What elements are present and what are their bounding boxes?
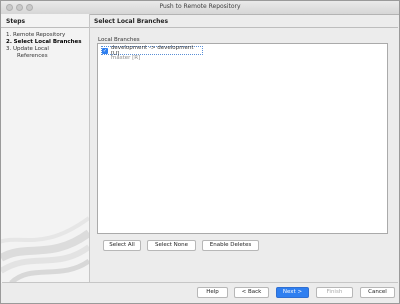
select-all-button[interactable]: Select All — [103, 240, 141, 251]
finish-button: Finish — [316, 287, 353, 298]
back-button[interactable]: < Back — [234, 287, 269, 298]
step-number: 1. — [6, 32, 12, 38]
branch-label: master [R] — [111, 55, 141, 61]
step-label: References — [17, 53, 48, 59]
checkmark-icon[interactable]: ✓ — [102, 47, 108, 54]
window-title: Push to Remote Repository — [159, 3, 241, 10]
branch-item-master[interactable]: master [R] — [111, 55, 140, 61]
push-dialog-window: Push to Remote Repository Steps 1. Remot… — [0, 0, 400, 304]
step-label: Select Local Branches — [13, 39, 82, 45]
step-3: 3. Update Local — [6, 46, 49, 52]
step-number: 3. — [6, 46, 12, 52]
footer-divider — [2, 282, 398, 283]
next-button[interactable]: Next > — [276, 287, 309, 298]
wave-decoration-icon — [1, 216, 89, 283]
step-3-continued: References — [17, 53, 48, 59]
title-divider — [90, 27, 398, 28]
step-label: Update Local — [13, 46, 49, 52]
select-none-button[interactable]: Select None — [147, 240, 196, 251]
title-bar: Push to Remote Repository — [1, 1, 399, 15]
branch-list[interactable]: ✓ development -> development [U] master … — [97, 43, 388, 234]
step-label: Remote Repository — [13, 32, 66, 38]
branch-item-development[interactable]: ✓ development -> development [U] — [101, 45, 203, 57]
cancel-button[interactable]: Cancel — [360, 287, 395, 298]
step-number: 2. — [6, 39, 12, 45]
steps-panel: Steps 1. Remote Repository 2. Select Loc… — [1, 14, 90, 283]
page-title: Select Local Branches — [94, 18, 169, 25]
step-1: 1. Remote Repository — [6, 32, 65, 38]
help-button[interactable]: Help — [197, 287, 228, 298]
step-2: 2. Select Local Branches — [6, 39, 82, 45]
steps-heading: Steps — [1, 14, 89, 28]
enable-deletes-button[interactable]: Enable Deletes — [202, 240, 259, 251]
